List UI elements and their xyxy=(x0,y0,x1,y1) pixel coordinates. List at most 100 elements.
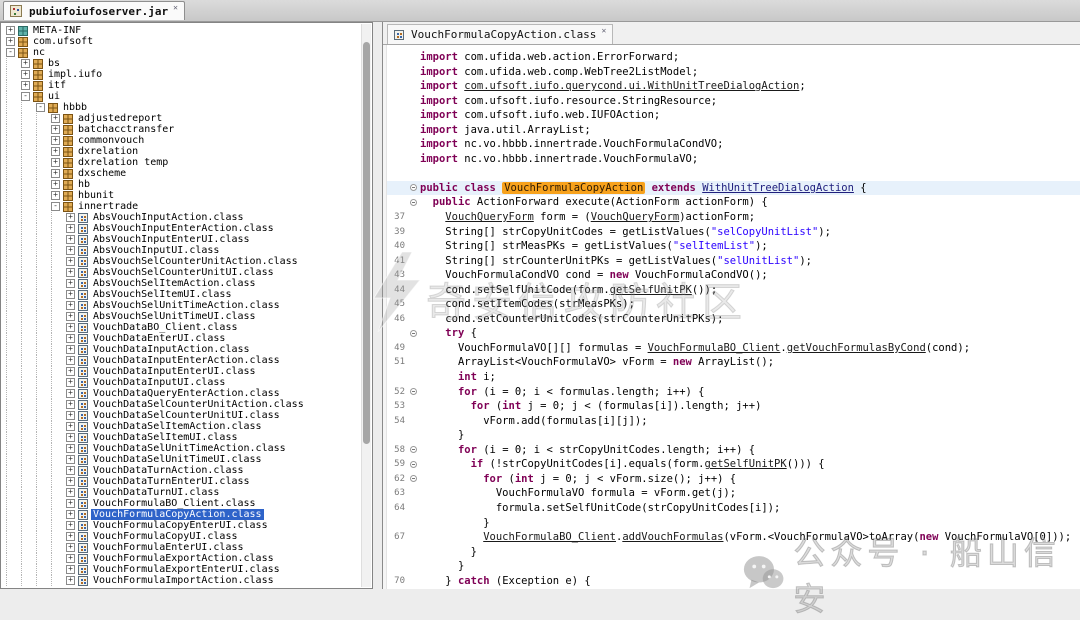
tree-item-label[interactable]: AbsVouchInputEnterAction.class xyxy=(91,223,276,234)
tree-item[interactable]: +com.ufsoft xyxy=(3,36,361,47)
expand-icon[interactable]: + xyxy=(66,488,75,497)
tree-item-label[interactable]: dxrelation temp xyxy=(76,157,170,168)
tree-item-label[interactable]: VouchDataQueryEnterAction.class xyxy=(91,388,282,399)
expand-icon[interactable]: + xyxy=(66,576,75,585)
tree-item[interactable]: +AbsVouchSelItemAction.class xyxy=(3,278,361,289)
tree-item[interactable]: + hbunit xyxy=(3,190,361,201)
tab-jar-editor[interactable]: pubiufoiufoserver.jar ✕ xyxy=(3,1,185,20)
code-line[interactable]: 62 for (int j = 0; j < vForm.size(); j++… xyxy=(383,472,1080,487)
expand-icon[interactable]: + xyxy=(66,477,75,486)
expand-icon[interactable]: + xyxy=(66,466,75,475)
expand-icon[interactable]: + xyxy=(66,444,75,453)
code-line[interactable]: 40 String[] strMeasPKs = getListValues("… xyxy=(383,239,1080,254)
tree-item[interactable]: +VouchFormulaEnterUI.class xyxy=(3,542,361,553)
code-text[interactable]: formula.setSelfUnitCode(strCopyUnitCodes… xyxy=(420,501,780,516)
tree-item[interactable]: +VouchFormulaCopyUI.class xyxy=(3,531,361,542)
code-line[interactable]: 37 VouchQueryForm form = (VouchQueryForm… xyxy=(383,210,1080,225)
tree-item-label[interactable]: VouchDataTurnAction.class xyxy=(91,465,246,476)
code-line[interactable]: 64 formula.setSelfUnitCode(strCopyUnitCo… xyxy=(383,501,1080,516)
code-line[interactable]: 44 cond.setSelfUnitCode(form.getSelfUnit… xyxy=(383,283,1080,298)
tree-item[interactable]: +VouchDataSelItemAction.class xyxy=(3,421,361,432)
code-text[interactable]: } xyxy=(420,545,477,560)
tree-item-label[interactable]: com.ufsoft xyxy=(31,36,95,47)
code-line[interactable]: } xyxy=(383,428,1080,443)
code-text[interactable]: if (!strCopyUnitCodes[i].equals(form.get… xyxy=(420,457,825,472)
tree-item-label[interactable]: adjustedreport xyxy=(76,113,164,124)
expand-icon[interactable]: + xyxy=(66,367,75,376)
code-text[interactable]: public class VouchFormulaCopyAction exte… xyxy=(420,181,867,196)
code-text[interactable]: String[] strCopyUnitCodes = getListValue… xyxy=(420,225,831,240)
code-text[interactable]: cond.setItemCodes(strMeasPKs); xyxy=(420,297,635,312)
expand-icon[interactable]: + xyxy=(51,136,60,145)
code-text[interactable]: for (i = 0; i < formulas.length; i++) { xyxy=(420,385,704,400)
tree-item[interactable]: +VouchDataEnterUI.class xyxy=(3,333,361,344)
code-line[interactable]: 45 cond.setItemCodes(strMeasPKs); xyxy=(383,297,1080,312)
code-line[interactable]: try { xyxy=(383,326,1080,341)
tree-item-label[interactable]: AbsVouchSelUnitTimeAction.class xyxy=(91,300,282,311)
expand-icon[interactable]: + xyxy=(66,257,75,266)
expand-icon[interactable]: + xyxy=(66,389,75,398)
tree-item-label[interactable]: hbunit xyxy=(76,190,116,201)
tree-item[interactable]: +dxscheme xyxy=(3,168,361,179)
tree-item[interactable]: +dxrelation xyxy=(3,146,361,157)
code-text[interactable]: vForm.add(formulas[i][j]); xyxy=(420,414,648,429)
tree-item-label[interactable]: VouchFormulaExportEnterUI.class xyxy=(91,564,282,575)
tree-item[interactable]: + VouchDataQueryEnterAction.class xyxy=(3,388,361,399)
tree-item[interactable]: +commonvouch xyxy=(3,135,361,146)
code-text[interactable]: import com.ufsoft.iufo.querycond.ui.With… xyxy=(420,79,806,94)
tree-item-label[interactable]: VouchDataSelItemAction.class xyxy=(91,421,264,432)
tree-item-label[interactable]: itf xyxy=(46,80,68,91)
tree-item[interactable]: +VouchDataInputAction.class xyxy=(3,344,361,355)
code-line[interactable]: 39 String[] strCopyUnitCodes = getListVa… xyxy=(383,225,1080,240)
expand-icon[interactable]: + xyxy=(51,180,60,189)
tree-item[interactable]: +AbsVouchSelUnitTimeUI.class xyxy=(3,311,361,322)
tree-item-label[interactable]: VouchDataBO_Client.class xyxy=(91,322,240,333)
expand-icon[interactable]: + xyxy=(66,433,75,442)
tree-item[interactable]: +AbsVouchSelUnitTimeAction.class xyxy=(3,300,361,311)
expand-icon[interactable]: + xyxy=(66,323,75,332)
expand-icon[interactable]: + xyxy=(51,147,60,156)
code-text[interactable]: import com.ufida.web.comp.WebTree2ListMo… xyxy=(420,65,698,80)
code-line[interactable]: 43 VouchFormulaCondVO cond = new VouchFo… xyxy=(383,268,1080,283)
tree-item-label[interactable]: VouchDataEnterUI.class xyxy=(91,333,227,344)
tree-item-label[interactable]: hb xyxy=(76,179,92,190)
tree-item[interactable]: + VouchDataBO_Client.class xyxy=(3,322,361,333)
collapse-icon[interactable]: - xyxy=(6,48,15,57)
tree-item-label[interactable]: batchacctransfer xyxy=(76,124,176,135)
expand-icon[interactable]: + xyxy=(66,246,75,255)
tree-item-label[interactable]: VouchDataSelUnitTimeUI.class xyxy=(91,454,264,465)
tree-item-label[interactable]: AbsVouchSelUnitTimeUI.class xyxy=(91,311,258,322)
tree-item[interactable]: +VouchFormulaCopyEnterUI.class xyxy=(3,520,361,531)
tree-scrollbar[interactable] xyxy=(361,24,371,587)
expand-icon[interactable]: + xyxy=(21,81,30,90)
tree-item[interactable]: +AbsVouchSelItemUI.class xyxy=(3,289,361,300)
fold-collapse-icon[interactable] xyxy=(408,472,420,487)
tree-item-label[interactable]: VouchDataSelCounterUnitAction.class xyxy=(91,399,306,410)
expand-icon[interactable]: + xyxy=(21,59,30,68)
tree-item-label[interactable]: VouchDataSelItemUI.class xyxy=(91,432,240,443)
tree-item[interactable]: +VouchFormulaExportAction.class xyxy=(3,553,361,564)
tree-item[interactable]: +VouchDataInputEnterUI.class xyxy=(3,366,361,377)
tree-item-label[interactable]: VouchFormulaCopyEnterUI.class xyxy=(91,520,270,531)
tree-item[interactable]: + VouchDataTurnEnterUI.class xyxy=(3,476,361,487)
code-text[interactable]: } xyxy=(420,559,464,574)
fold-collapse-icon[interactable] xyxy=(408,385,420,400)
code-line[interactable]: 70 } catch (Exception e) { xyxy=(383,574,1080,589)
tree-item[interactable]: + dxrelation temp xyxy=(3,157,361,168)
expand-icon[interactable]: + xyxy=(51,158,60,167)
tree-item-label[interactable]: VouchDataTurnEnterUI.class xyxy=(91,476,252,487)
code-line[interactable]: } xyxy=(383,559,1080,574)
fold-collapse-icon[interactable] xyxy=(408,443,420,458)
code-text[interactable]: VouchFormulaBO_Client.addVouchFormulas(v… xyxy=(420,530,1071,545)
tree-item-label[interactable]: bs xyxy=(46,58,62,69)
expand-icon[interactable]: + xyxy=(66,554,75,563)
expand-icon[interactable]: + xyxy=(66,356,75,365)
expand-icon[interactable]: + xyxy=(51,191,60,200)
code-line[interactable]: import com.ufsoft.iufo.web.IUFOAction; xyxy=(383,108,1080,123)
close-icon[interactable]: ✕ xyxy=(601,26,606,35)
tree-item-label[interactable]: VouchFormulaBO_Client.class xyxy=(91,498,258,509)
code-line[interactable]: import nc.vo.hbbb.innertrade.VouchFormul… xyxy=(383,152,1080,167)
code-line[interactable]: public class VouchFormulaCopyAction exte… xyxy=(383,181,1080,196)
tree-item[interactable]: +META-INF xyxy=(3,25,361,36)
tree-item-label[interactable]: VouchFormulaImportAction.class xyxy=(91,575,276,586)
